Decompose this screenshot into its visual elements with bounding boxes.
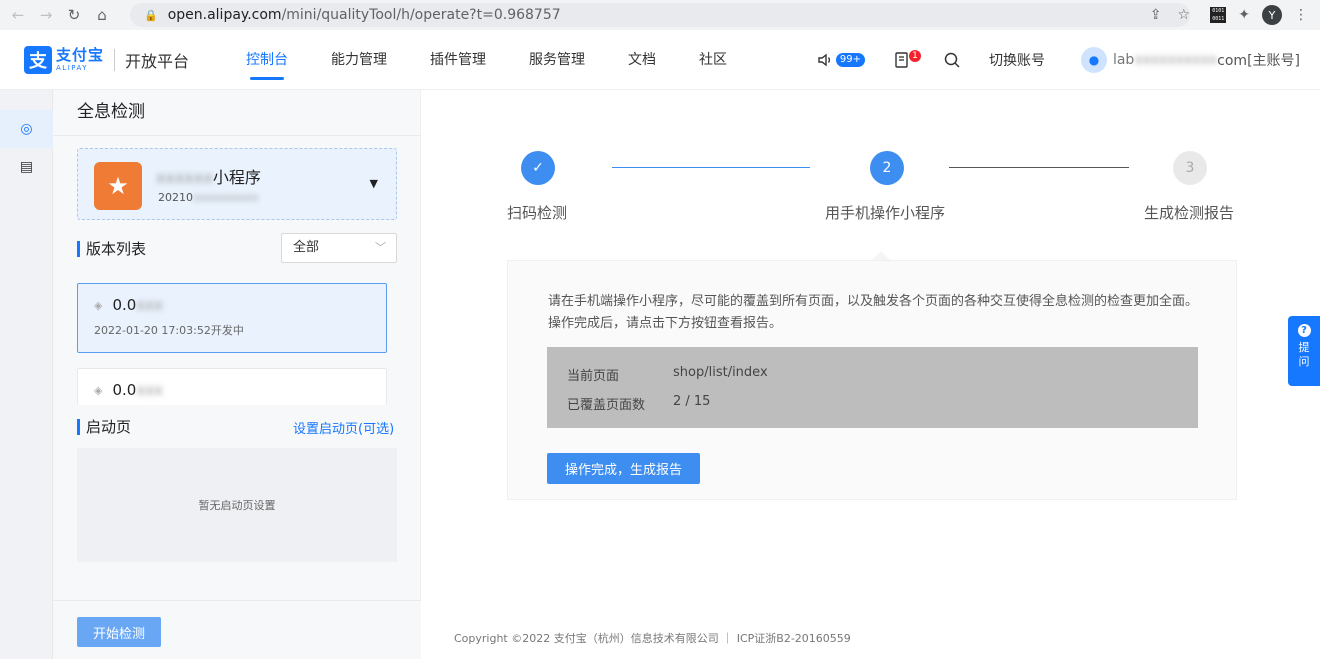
step-2-label: 用手机操作小程序 <box>825 204 946 222</box>
target-icon: ◎ <box>20 121 33 137</box>
logo-divider <box>114 49 116 71</box>
message-badge: 1 <box>908 50 921 62</box>
left-panel: 全息检测 ★ xxxxxx小程序 20210xxxxxxxxxx ▼ 版本列表 … <box>53 90 421 659</box>
rail-item-inspection[interactable]: ◎ <box>0 110 53 148</box>
user-redacted: xxxxxxxxxx <box>1134 52 1218 68</box>
version-name: 0.0 <box>112 296 137 314</box>
bookmark-star-icon[interactable]: ☆ <box>1177 7 1190 23</box>
site-header: 支 支付宝 ALIPAY 开放平台 控制台 能力管理 插件管理 服务管理 文档 … <box>0 30 1320 90</box>
version-filter-select[interactable]: 全部 ﹀ <box>281 233 397 263</box>
start-inspection-button[interactable]: 开始检测 <box>77 617 161 647</box>
step-1-label: 扫码检测 <box>507 204 568 222</box>
share-icon[interactable]: ⇪ <box>1150 7 1162 23</box>
panel-title: 全息检测 <box>53 90 420 136</box>
current-page-label: 当前页面 <box>567 369 620 384</box>
alipay-logo[interactable]: 支 支付宝 ALIPAY 开放平台 <box>24 46 189 74</box>
step-connector-2 <box>949 167 1129 168</box>
content-pointer <box>872 251 890 260</box>
nav-community[interactable]: 社区 <box>699 30 727 90</box>
address-bar[interactable]: 🔒 open.alipay.com/mini/qualityTool/h/ope… <box>130 3 1190 27</box>
version-section-title: 版本列表 <box>77 241 146 257</box>
nav-docs[interactable]: 文档 <box>628 30 656 90</box>
version-item[interactable]: ◈ 0.0 xxx <box>77 368 387 405</box>
help-label-2: 问 <box>1298 355 1310 368</box>
url-host: open.alipay.com <box>167 7 282 23</box>
forward-icon[interactable]: → <box>32 1 60 29</box>
user-avatar-icon: ● <box>1080 47 1107 73</box>
generate-report-button[interactable]: 操作完成，生成报告 <box>547 453 700 484</box>
left-panel-footer: 开始检测 <box>53 600 421 659</box>
covered-pages-label: 已覆盖页面数 <box>567 398 646 413</box>
user-suffix: com[主账号] <box>1217 53 1300 69</box>
layers-icon: ◈ <box>94 298 103 312</box>
layers-icon: ◈ <box>94 383 103 397</box>
speaker-icon <box>818 53 830 67</box>
footer-copyright: Copyright ©2022 支付宝（杭州）信息技术有限公司 ｜ ICP证浙B… <box>454 632 851 645</box>
coverage-info: 当前页面 shop/list/index 已覆盖页面数 2 / 15 <box>547 347 1198 428</box>
switch-account-link[interactable]: 切换账号 <box>989 50 1045 70</box>
version-name: 0.0 <box>112 381 137 399</box>
notice-button[interactable]: 99+ <box>816 51 865 69</box>
notice-badge: 99+ <box>835 53 865 67</box>
app-logo-icon: ★ <box>94 162 142 210</box>
rail-item-reports[interactable]: ▤ <box>0 148 53 186</box>
nav-service[interactable]: 服务管理 <box>529 30 585 90</box>
main-content: ✓ 2 3 扫码检测 用手机操作小程序 生成检测报告 请在手机端操作小程序，尽可… <box>421 90 1320 659</box>
step-2-circle: 2 <box>870 151 904 185</box>
help-label-1: 提 <box>1298 341 1310 354</box>
step-3-label: 生成检测报告 <box>1144 204 1235 222</box>
browser-toolbar: ← → ↻ ⌂ 🔒 open.alipay.com/mini/qualityTo… <box>0 0 1320 30</box>
icon-rail: ◎ ▤ <box>0 90 53 659</box>
question-icon: ? <box>1297 324 1311 337</box>
puzzle-extensions-icon[interactable]: ✦ <box>1238 7 1250 23</box>
home-icon[interactable]: ⌂ <box>88 1 116 29</box>
caret-down-icon: ▼ <box>369 177 378 190</box>
alipay-logo-icon: 支 <box>24 46 52 74</box>
app-name: xxxxxx小程序 <box>156 168 261 187</box>
app-selector[interactable]: ★ xxxxxx小程序 20210xxxxxxxxxx ▼ <box>77 148 397 220</box>
url-path: /mini/qualityTool/h/operate?t=0.968757 <box>281 7 561 23</box>
check-icon: ✓ <box>532 160 544 176</box>
current-page-value: shop/list/index <box>673 365 768 380</box>
nav-capability[interactable]: 能力管理 <box>331 30 387 90</box>
operation-panel: 请在手机端操作小程序，尽可能的覆盖到所有页面，以及触发各个页面的各种交互使得全息… <box>507 260 1237 500</box>
server-icon: ▤ <box>19 159 34 175</box>
back-icon[interactable]: ← <box>4 1 32 29</box>
version-filter-value: 全部 <box>293 240 320 255</box>
app-id: 20210xxxxxxxxxx <box>158 191 259 204</box>
binary-extension-icon[interactable]: 0101 0011 <box>1210 7 1227 23</box>
help-float-button[interactable]: ? 提 问 <box>1288 316 1320 386</box>
app-name-suffix: 小程序 <box>212 168 261 187</box>
step-3-circle: 3 <box>1173 151 1207 185</box>
profile-avatar[interactable]: Y <box>1262 5 1282 25</box>
user-menu[interactable]: ● lab xxxxxxxxxx com[主账号] <box>1080 47 1300 73</box>
search-icon <box>944 52 960 68</box>
step-1-circle: ✓ <box>521 151 555 185</box>
user-prefix: lab <box>1112 52 1135 68</box>
main-nav: 控制台 能力管理 插件管理 服务管理 文档 社区 <box>246 30 770 90</box>
nav-plugin[interactable]: 插件管理 <box>430 30 486 90</box>
operation-description: 请在手机端操作小程序，尽可能的覆盖到所有页面，以及触发各个页面的各种交互使得全息… <box>548 294 1199 331</box>
version-item[interactable]: ◈ 0.0 xxx 2022-01-20 17:03:52开发中 <box>77 283 387 353</box>
message-button[interactable]: 1 <box>893 50 921 69</box>
platform-name: 开放平台 <box>125 52 190 71</box>
set-launch-page-link[interactable]: 设置启动页(可选) <box>293 418 394 437</box>
step-connector-1 <box>612 167 810 168</box>
app-id-prefix: 20210 <box>158 191 193 204</box>
version-meta: 2022-01-20 17:03:52开发中 <box>94 324 244 337</box>
reload-icon[interactable]: ↻ <box>60 1 88 29</box>
covered-pages-value: 2 / 15 <box>673 394 711 409</box>
launch-empty-state: 暂无启动页设置 <box>77 448 397 562</box>
lock-icon: 🔒 <box>144 8 158 22</box>
launch-section-title: 启动页 <box>77 419 131 435</box>
chevron-down-icon: ﹀ <box>375 241 386 254</box>
logo-cn-text: 支付宝 <box>56 46 105 64</box>
nav-console[interactable]: 控制台 <box>246 30 288 90</box>
search-button[interactable] <box>943 51 961 69</box>
logo-en-text: ALIPAY <box>56 64 89 72</box>
browser-menu-icon[interactable]: ⋮ <box>1294 7 1308 23</box>
